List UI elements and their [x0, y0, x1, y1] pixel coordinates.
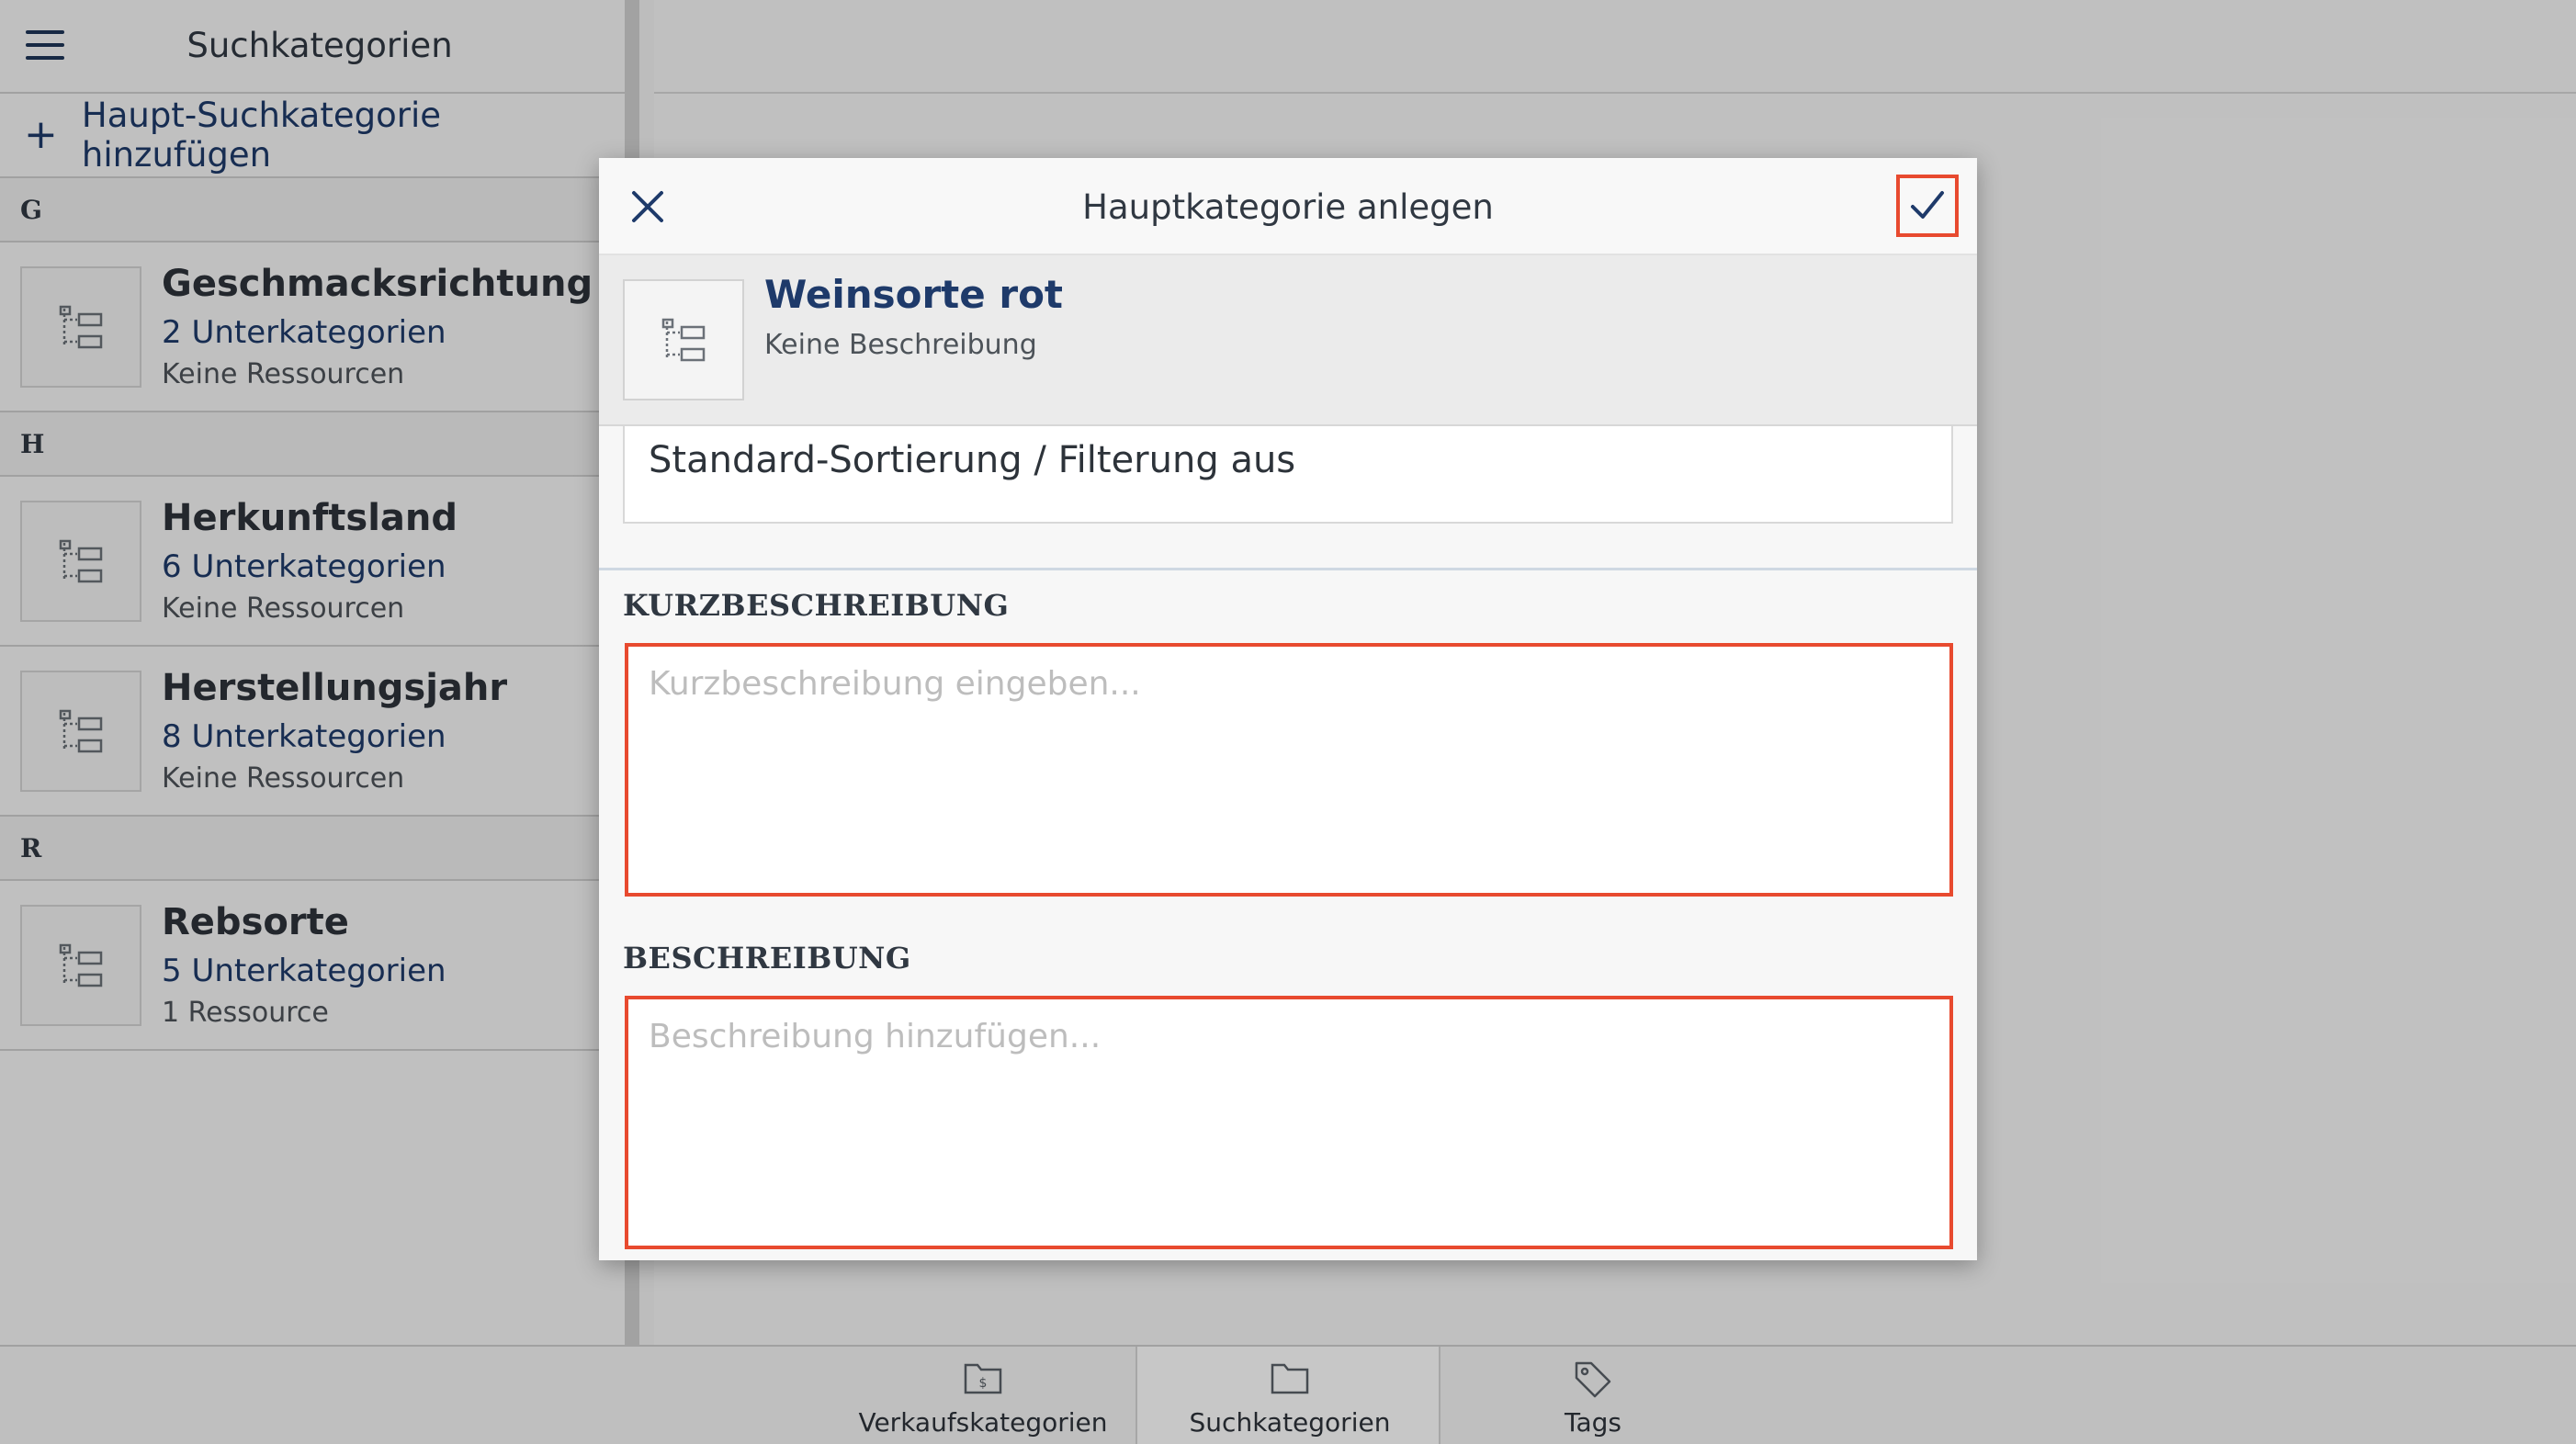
checkmark-icon: [1911, 191, 1944, 219]
sort-filter-label: Standard-Sortierung / Filterung aus: [649, 439, 1296, 481]
short-description-input[interactable]: [628, 647, 1949, 893]
dialog-title: Hauptkategorie anlegen: [1082, 187, 1494, 227]
sort-filter-option[interactable]: Standard-Sortierung / Filterung aus: [623, 426, 1953, 524]
confirm-button[interactable]: [1896, 175, 1959, 237]
category-preview-card[interactable]: Weinsorte rot Keine Beschreibung: [599, 255, 1977, 426]
short-description-field[interactable]: [625, 643, 1953, 897]
description-input[interactable]: [628, 999, 1949, 1246]
short-description-label: KURZBESCHREIBUNG: [623, 588, 1010, 623]
section-divider: [599, 568, 1977, 570]
category-description: Keine Beschreibung: [764, 329, 1037, 361]
description-field[interactable]: [625, 996, 1953, 1249]
category-tree-icon: [623, 279, 744, 400]
description-label: BESCHREIBUNG: [623, 941, 911, 976]
dialog-header: Hauptkategorie anlegen: [599, 158, 1977, 255]
create-main-category-dialog: Hauptkategorie anlegen Weinsorte rot Kei…: [599, 158, 1977, 1260]
category-name: Weinsorte rot: [764, 272, 1064, 317]
